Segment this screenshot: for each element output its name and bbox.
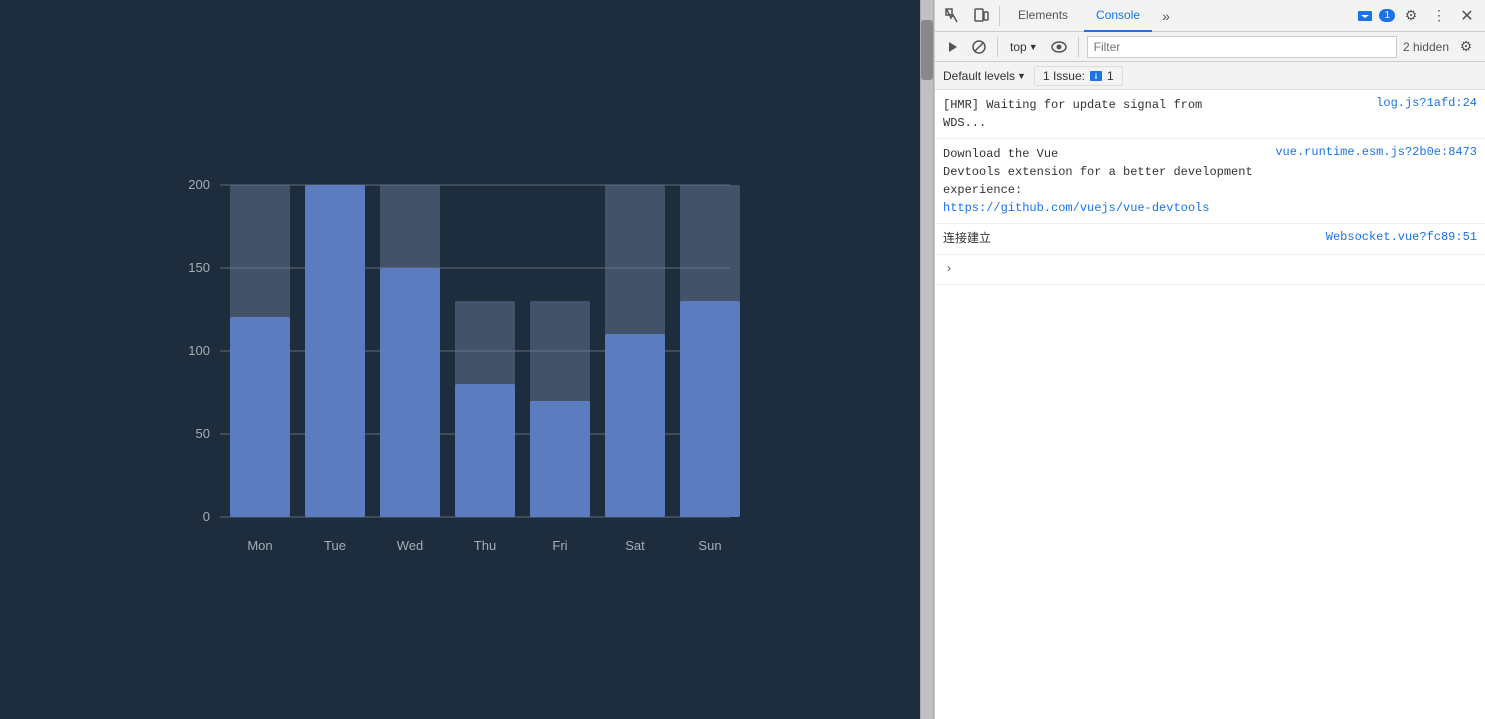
svg-text:50: 50 [196,426,210,441]
console-message-text: 连接建立 [943,230,1326,248]
scrollbar-thumb[interactable] [921,20,933,80]
toolbar2-divider2 [1078,37,1079,57]
toolbar2-divider [997,37,998,57]
devtools-toolbar2: top ▼ 2 hidden ⚙ [935,32,1485,62]
devtools-toolbar3: Default levels ▼ 1 Issue: i 1 [935,62,1485,90]
svg-text:Thu: Thu [474,538,496,553]
console-messages-area: [HMR] Waiting for update signal from WDS… [935,90,1485,719]
svg-text:0: 0 [203,509,210,524]
devtools-panel: Elements Console » 1 ⚙ ⋮ ✕ [934,0,1485,719]
hidden-count: 2 hidden [1403,40,1449,54]
default-levels-dropdown[interactable]: Default levels ▼ [943,69,1026,83]
filter-input[interactable] [1087,36,1397,58]
console-message-text: [HMR] Waiting for update signal from WDS… [943,96,1376,132]
chart-panel: 200 150 100 50 0 [0,0,920,719]
badge-count: 1 [1379,9,1395,22]
eye-button[interactable] [1048,36,1070,58]
more-tabs-button[interactable]: » [1156,4,1176,28]
svg-text:Wed: Wed [397,538,424,553]
console-message-text: Download the Vue Devtools extension for … [943,145,1275,217]
toolbar-divider [999,6,1000,26]
notification-badge-area: 1 [1357,8,1395,24]
settings-button[interactable]: ⚙ [1399,4,1423,28]
svg-text:Tue: Tue [324,538,346,553]
expand-arrow-icon[interactable]: › [943,259,955,277]
vue-devtools-url-link[interactable]: https://github.com/vuejs/vue-devtools [943,201,1209,215]
console-entry: [HMR] Waiting for update signal from WDS… [935,90,1485,139]
console-expand-entry: › [935,255,1485,285]
execute-button[interactable] [943,37,963,57]
close-devtools-button[interactable]: ✕ [1455,4,1479,28]
console-entry: Download the Vue Devtools extension for … [935,139,1485,224]
issue-badge[interactable]: 1 Issue: i 1 [1034,66,1123,86]
console-settings-button[interactable]: ⚙ [1455,36,1477,58]
tab-elements[interactable]: Elements [1006,0,1080,32]
svg-text:i: i [1095,72,1097,81]
svg-text:Sun: Sun [698,538,721,553]
message-icon [1357,8,1373,24]
clear-console-button[interactable] [969,37,989,57]
tab-console[interactable]: Console [1084,0,1152,32]
svg-text:100: 100 [188,343,210,358]
bar-chart: 200 150 100 50 0 [170,135,750,585]
page-scrollbar[interactable] [920,0,934,719]
console-entry: 连接建立 Websocket.vue?fc89:51 [935,224,1485,255]
console-message-link[interactable]: Websocket.vue?fc89:51 [1326,230,1477,244]
devtools-toolbar: Elements Console » 1 ⚙ ⋮ ✕ [935,0,1485,32]
console-message-link[interactable]: log.js?1afd:24 [1376,96,1477,110]
svg-text:150: 150 [188,260,210,275]
inspect-element-button[interactable] [941,4,965,28]
device-toolbar-button[interactable] [969,4,993,28]
svg-text:Sat: Sat [625,538,645,553]
console-message-link[interactable]: vue.runtime.esm.js?2b0e:8473 [1275,145,1477,159]
svg-text:Mon: Mon [247,538,272,553]
more-options-button[interactable]: ⋮ [1427,4,1451,28]
svg-text:200: 200 [188,177,210,192]
context-dropdown[interactable]: top ▼ [1006,38,1042,56]
issue-icon: i [1089,69,1103,83]
chart-container: 200 150 100 50 0 [170,135,750,585]
svg-text:Fri: Fri [552,538,567,553]
